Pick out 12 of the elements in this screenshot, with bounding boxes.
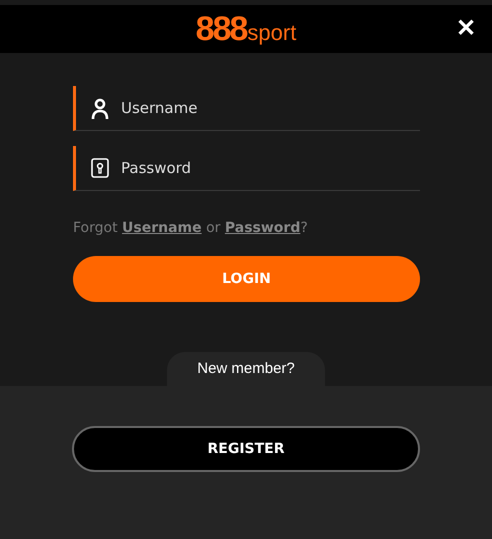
close-button[interactable]: ✕ bbox=[454, 15, 478, 43]
new-member-label: New member? bbox=[167, 352, 325, 386]
user-icon bbox=[91, 98, 109, 120]
forgot-text: Forgot Username or Password? bbox=[73, 220, 309, 236]
forgot-link[interactable]: Username bbox=[122, 220, 202, 236]
input-field[interactable]: Password bbox=[73, 146, 420, 191]
logo: 888sport bbox=[196, 10, 296, 48]
forgot-link[interactable]: Password bbox=[224, 220, 300, 236]
login-button[interactable]: LOGIN bbox=[73, 256, 420, 302]
lock-icon bbox=[91, 158, 109, 178]
register-button[interactable]: REGISTER bbox=[72, 426, 420, 472]
input-field[interactable]: Username bbox=[73, 86, 420, 131]
